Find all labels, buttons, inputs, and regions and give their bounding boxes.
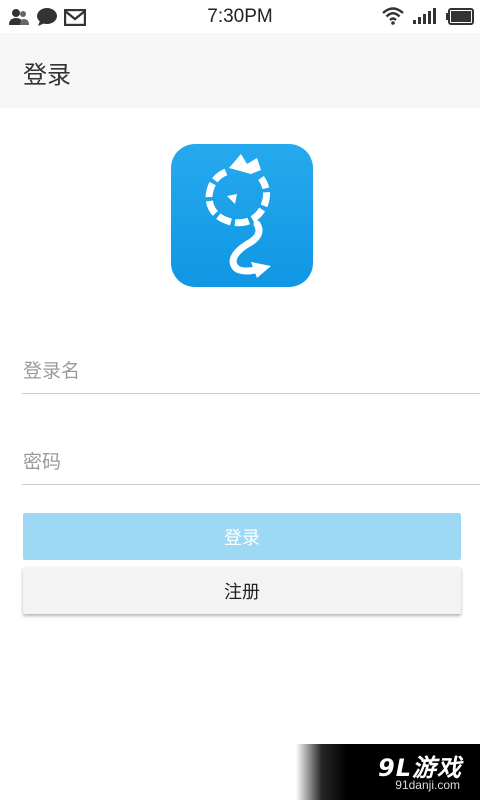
status-bar-right [382,7,474,25]
signal-icon [413,8,436,24]
watermark: 9L游戏 91danji.com [296,744,480,800]
wifi-icon [382,7,404,25]
app-logo [171,144,313,287]
page-title: 登录 [23,61,71,89]
app-logo-icon [205,154,271,278]
status-bar: 7:30PM [0,0,480,33]
register-button[interactable]: 注册 [23,567,461,614]
username-input[interactable] [22,348,480,394]
login-button[interactable]: 登录 [23,513,461,560]
battery-icon [446,7,474,25]
password-input[interactable] [22,439,480,485]
watermark-url: 91danji.com [395,778,460,792]
app-header: 登录 [0,33,480,108]
